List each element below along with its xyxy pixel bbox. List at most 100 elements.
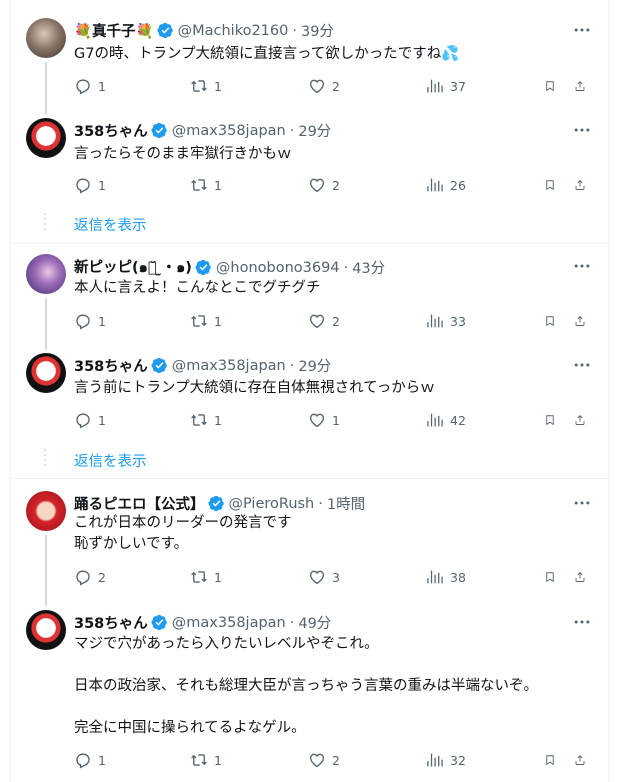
timestamp[interactable]: 39分: [301, 20, 334, 41]
more-icon[interactable]: [572, 120, 592, 140]
reply-button[interactable]: 1: [74, 312, 106, 330]
retweet-icon: [190, 312, 208, 330]
separator-dot: ·: [292, 22, 297, 39]
timestamp[interactable]: 29分: [298, 355, 331, 376]
handle[interactable]: @honobono3694: [216, 260, 340, 276]
view-count: 42: [450, 412, 466, 428]
like-button[interactable]: 2: [308, 77, 340, 95]
more-icon[interactable]: [572, 493, 592, 513]
handle[interactable]: @Machiko2160: [178, 23, 289, 39]
share-button[interactable]: [574, 568, 592, 586]
show-replies-link[interactable]: 返信を表示: [74, 450, 147, 471]
views-icon: [426, 751, 444, 769]
verified-badge-icon: [208, 495, 225, 512]
bookmark-button[interactable]: [544, 411, 562, 429]
reply-icon: [74, 176, 92, 194]
display-name[interactable]: 358ちゃん: [74, 355, 148, 376]
timestamp[interactable]: 29分: [298, 120, 331, 141]
avatar[interactable]: [26, 610, 66, 650]
display-name[interactable]: 踊るピエロ【公式】: [74, 493, 205, 514]
reply-button[interactable]: 2: [74, 568, 106, 586]
bookmark-button[interactable]: [544, 751, 562, 769]
action-bar: 1 1 2 32: [74, 751, 594, 771]
retweet-button[interactable]: 1: [190, 411, 222, 429]
retweet-icon: [190, 77, 208, 95]
timestamp[interactable]: 49分: [298, 612, 331, 633]
heart-icon: [308, 568, 326, 586]
more-icon[interactable]: [572, 612, 592, 632]
display-name[interactable]: 💐真千子💐: [74, 20, 154, 41]
views-button[interactable]: 33: [426, 312, 466, 330]
verified-badge-icon: [151, 357, 168, 374]
retweet-button[interactable]: 1: [190, 77, 222, 95]
retweet-button[interactable]: 1: [190, 176, 222, 194]
display-name[interactable]: 358ちゃん: [74, 120, 148, 141]
retweet-button[interactable]: 1: [190, 312, 222, 330]
bookmark-button[interactable]: [544, 312, 562, 330]
reply-button[interactable]: 1: [74, 176, 106, 194]
reply-button[interactable]: 1: [74, 77, 106, 95]
retweet-count: 1: [214, 78, 222, 94]
views-button[interactable]: 37: [426, 77, 466, 95]
views-button[interactable]: 42: [426, 411, 466, 429]
bookmark-icon: [544, 751, 556, 769]
handle[interactable]: @max358japan: [172, 615, 286, 631]
like-count: 2: [332, 752, 340, 768]
share-button[interactable]: [574, 751, 592, 769]
separator-dot: ·: [343, 259, 349, 276]
like-button[interactable]: 1: [308, 411, 340, 429]
share-icon: [574, 411, 586, 429]
tweet-text-line: マジで穴があったら入りたいレベルやぞこれ。: [74, 636, 379, 652]
handle[interactable]: @PieroRush: [229, 496, 315, 512]
handle[interactable]: @max358japan: [172, 358, 286, 374]
share-button[interactable]: [574, 411, 592, 429]
retweet-button[interactable]: 1: [190, 751, 222, 769]
display-name[interactable]: 新ピッピ(๑・̆ ̫・๑): [74, 256, 192, 279]
tweet-text: G7の時、トランプ大統領に直接言って欲しかったですね💦: [74, 44, 594, 65]
show-replies-link[interactable]: 返信を表示: [74, 214, 147, 235]
bookmark-button[interactable]: [544, 568, 562, 586]
avatar[interactable]: [26, 118, 66, 158]
timestamp[interactable]: 43分: [352, 257, 385, 278]
more-icon[interactable]: [572, 256, 592, 276]
more-icon[interactable]: [572, 355, 592, 375]
divider: [10, 243, 609, 244]
like-button[interactable]: 2: [308, 176, 340, 194]
views-button[interactable]: 26: [426, 176, 466, 194]
avatar[interactable]: [26, 491, 66, 531]
verified-badge-icon: [151, 122, 168, 139]
share-button[interactable]: [574, 77, 592, 95]
tweet-text-line: これが日本のリーダーの発言です: [74, 515, 292, 531]
verified-badge-icon: [157, 22, 174, 39]
share-icon: [574, 568, 586, 586]
tweet-text-line: 恥ずかしいです。: [74, 536, 189, 552]
tweet-text-line: G7の時、トランプ大統領に直接言って欲しかったですね💦: [74, 46, 460, 62]
views-button[interactable]: 38: [426, 568, 466, 586]
like-count: 1: [332, 412, 340, 428]
separator-dot: ·: [289, 357, 295, 374]
bookmark-button[interactable]: [544, 176, 562, 194]
avatar[interactable]: [26, 353, 66, 393]
display-name[interactable]: 358ちゃん: [74, 612, 148, 633]
verified-badge-icon: [151, 614, 168, 631]
like-button[interactable]: 3: [308, 568, 340, 586]
retweet-button[interactable]: 1: [190, 568, 222, 586]
tweet-text: 言う前にトランプ大統領に存在自体無視されてっからｗ: [74, 378, 594, 399]
avatar[interactable]: [26, 254, 66, 294]
like-button[interactable]: 2: [308, 312, 340, 330]
bookmark-button[interactable]: [544, 77, 562, 95]
share-button[interactable]: [574, 176, 592, 194]
more-icon[interactable]: [572, 20, 592, 40]
timestamp[interactable]: 1時間: [327, 493, 365, 514]
share-button[interactable]: [574, 312, 592, 330]
reply-button[interactable]: 1: [74, 411, 106, 429]
like-button[interactable]: 2: [308, 751, 340, 769]
reply-button[interactable]: 1: [74, 751, 106, 769]
retweet-icon: [190, 751, 208, 769]
avatar[interactable]: [26, 18, 66, 58]
handle[interactable]: @max358japan: [172, 123, 286, 139]
retweet-count: 1: [214, 752, 222, 768]
reply-icon: [74, 312, 92, 330]
views-icon: [426, 568, 444, 586]
views-button[interactable]: 32: [426, 751, 466, 769]
